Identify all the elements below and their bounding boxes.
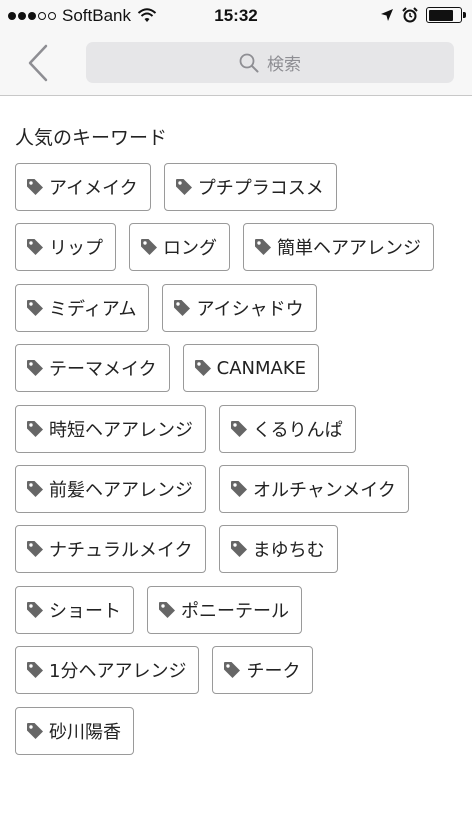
tag-row: 砂川陽香 — [15, 706, 460, 755]
keyword-tag[interactable]: まゆちむ — [218, 525, 338, 574]
keyword-tag[interactable]: ショート — [15, 585, 134, 634]
keyword-tag[interactable]: アイメイク — [15, 163, 151, 211]
tag-icon — [25, 419, 45, 439]
keyword-tag[interactable]: テーマメイク — [15, 344, 170, 393]
keyword-tag[interactable]: ナチュラルメイク — [15, 525, 206, 574]
keyword-tag[interactable]: オルチャンメイク — [219, 464, 409, 513]
tag-icon — [229, 479, 249, 499]
chevron-left-icon — [28, 44, 48, 82]
tag-row: テーマメイク CANMAKE — [15, 344, 460, 393]
status-bar: SoftBank 15:32 — [0, 0, 472, 32]
keyword-tag[interactable]: ミディアム — [15, 283, 150, 332]
screen: SoftBank 15:32 検索 人気のキーワード アイメイク プチプラコスメ… — [0, 0, 472, 839]
tag-label: ミディアム — [49, 298, 137, 320]
tag-icon — [229, 539, 249, 559]
tag-icon — [139, 237, 159, 257]
tag-label: ナチュラルメイク — [49, 540, 193, 562]
tag-icon — [25, 237, 45, 257]
tag-icon — [25, 358, 45, 378]
tag-icon — [229, 419, 249, 439]
tag-icon — [25, 539, 45, 559]
keyword-tag[interactable]: プチプラコスメ — [163, 163, 337, 211]
tag-label: プチプラコスメ — [197, 178, 324, 199]
tag-icon — [174, 177, 194, 197]
tag-label: 時短ヘアアレンジ — [49, 419, 193, 441]
keyword-tag[interactable]: 簡単ヘアアレンジ — [243, 223, 434, 272]
tag-row: 前髪ヘアアレンジ オルチャンメイク — [15, 464, 460, 513]
tag-label: アイシャドウ — [196, 298, 304, 320]
tag-label: ポニーテール — [181, 600, 289, 622]
battery-icon — [426, 7, 466, 23]
tag-icon — [25, 298, 45, 318]
keyword-tag[interactable]: ロング — [129, 223, 230, 272]
keyword-tag[interactable]: 時短ヘアアレンジ — [15, 404, 206, 453]
tag-row: アイメイク プチプラコスメ — [15, 163, 460, 211]
tag-icon — [25, 600, 45, 620]
tag-row: 時短ヘアアレンジ くるりんぱ — [15, 404, 460, 453]
search-input[interactable]: 検索 — [86, 42, 454, 83]
tag-icon — [157, 600, 177, 620]
keyword-tag[interactable]: 前髪ヘアアレンジ — [15, 464, 206, 513]
tag-row: ミディアム アイシャドウ — [15, 283, 460, 332]
tag-row: リップ ロング 簡単ヘアアレンジ — [15, 223, 460, 272]
location-arrow-icon — [381, 9, 393, 21]
tag-icon — [25, 721, 45, 741]
tag-row: 1分ヘアアレンジ チーク — [15, 646, 460, 695]
tag-label: ロング — [163, 238, 217, 260]
tag-label: アイメイク — [49, 178, 138, 199]
tag-label: 前髪ヘアアレンジ — [49, 479, 193, 501]
tag-icon — [25, 660, 45, 680]
tag-row: ショート ポニーテール — [15, 585, 460, 634]
back-button[interactable] — [18, 40, 58, 86]
search-icon — [239, 53, 259, 72]
tag-label: リップ — [49, 238, 103, 260]
tag-icon — [193, 358, 213, 378]
keyword-tag[interactable]: リップ — [15, 223, 116, 272]
keyword-tag[interactable]: 砂川陽香 — [15, 706, 134, 755]
keyword-tag[interactable]: アイシャドウ — [162, 283, 317, 332]
tag-label: CANMAKE — [216, 357, 307, 379]
tag-row: ナチュラルメイク まゆちむ — [15, 525, 460, 574]
keyword-tag[interactable]: チーク — [212, 646, 314, 695]
tag-icon — [253, 237, 273, 257]
tag-label: 砂川陽香 — [49, 721, 121, 743]
tag-label: チーク — [246, 661, 301, 683]
tag-label: ショート — [49, 600, 121, 622]
tag-label: オルチャンメイク — [253, 479, 396, 501]
tag-icon — [222, 660, 242, 680]
tag-label: くるりんぱ — [253, 419, 343, 441]
tag-icon — [25, 479, 45, 499]
tag-icon — [172, 298, 192, 318]
search-placeholder: 検索 — [267, 55, 301, 75]
tag-label: まゆちむ — [252, 540, 325, 562]
keyword-tag[interactable]: ポニーテール — [147, 585, 302, 634]
status-right — [380, 7, 466, 23]
nav-bar: 検索 — [0, 32, 472, 96]
keyword-tag[interactable]: 1分ヘアアレンジ — [15, 646, 200, 695]
tag-icon — [25, 177, 45, 197]
keyword-tag[interactable]: CANMAKE — [182, 344, 320, 393]
keyword-tag-list: アイメイク プチプラコスメリップ ロング 簡単ヘアアレンジミディアム アイシャドウテーマ… — [15, 163, 460, 767]
tag-label: 簡単ヘアアレンジ — [277, 238, 421, 260]
section-title: 人気のキーワード — [15, 127, 168, 149]
tag-label: 1分ヘアアレンジ — [49, 661, 187, 683]
keyword-tag[interactable]: くるりんぱ — [219, 404, 356, 453]
tag-label: テーマメイク — [49, 359, 157, 381]
alarm-clock-icon — [402, 7, 418, 23]
